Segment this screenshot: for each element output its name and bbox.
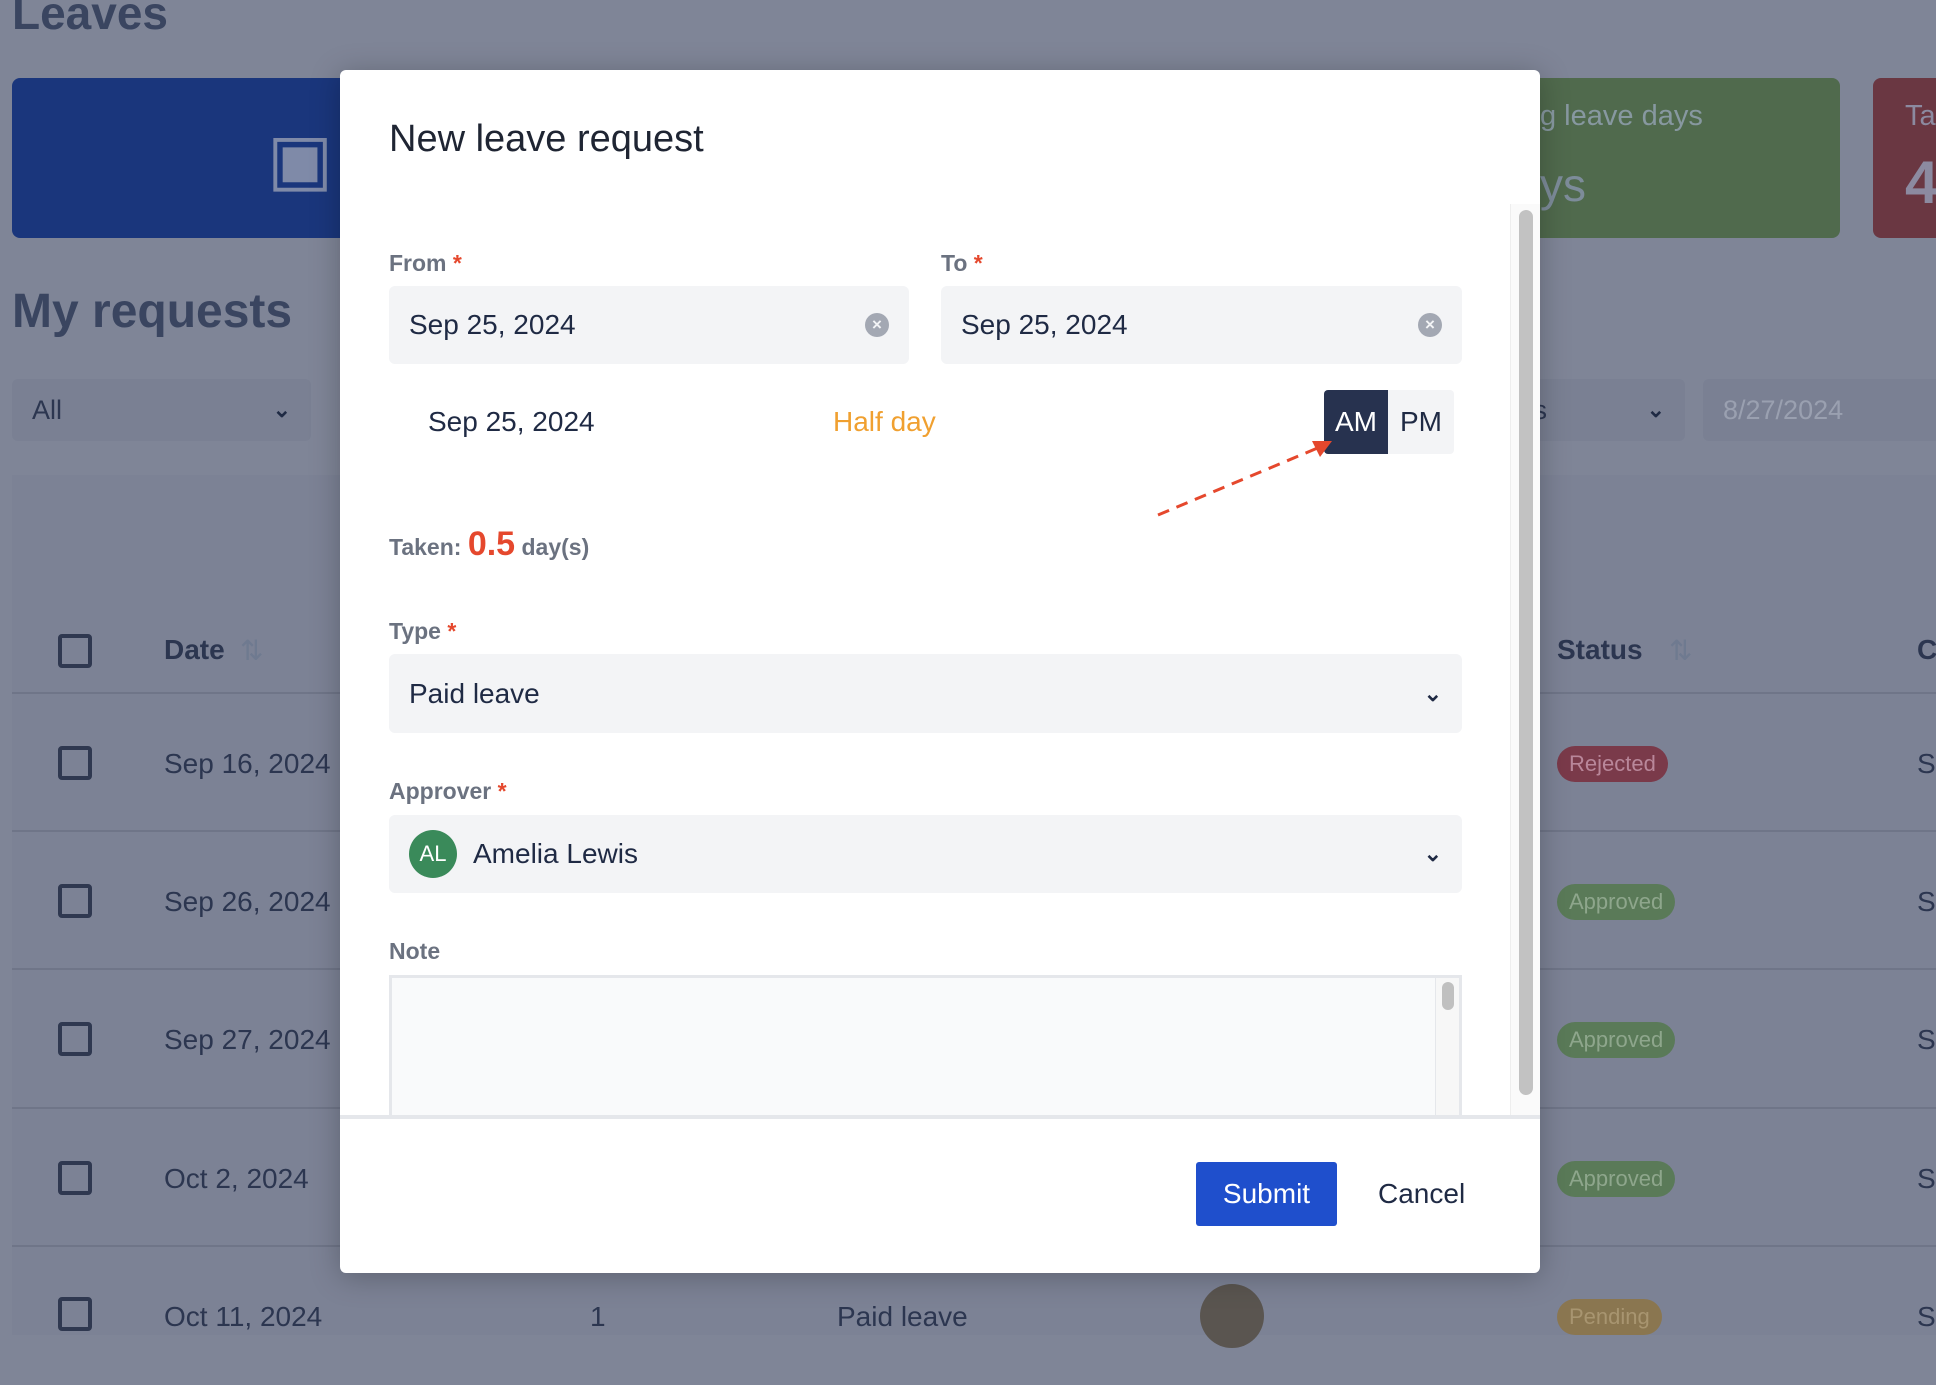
chevron-down-icon: ⌄ xyxy=(272,397,291,422)
chevron-down-icon: ⌄ xyxy=(1646,397,1665,422)
row-date: Sep 26, 2024 xyxy=(164,886,331,917)
required-mark: * xyxy=(973,250,983,276)
row-checkbox[interactable] xyxy=(58,884,92,918)
dialog-title: New leave request xyxy=(389,118,704,160)
taken-summary: Taken: 0.5 day(s) xyxy=(389,525,589,564)
from-label-text: From xyxy=(389,250,447,276)
row-c: S xyxy=(1917,1024,1936,1055)
status-badge: Approved xyxy=(1557,1022,1676,1058)
to-date-input[interactable]: Sep 25, 2024 × xyxy=(941,286,1462,364)
status-filter[interactable]: All ⌄ xyxy=(12,379,311,441)
required-mark: * xyxy=(497,778,507,804)
status-filter-value: All xyxy=(32,394,63,425)
row-date: Oct 2, 2024 xyxy=(164,1163,309,1194)
chevron-down-icon: ⌄ xyxy=(1423,680,1442,706)
type-select[interactable]: Paid leave ⌄ xyxy=(389,654,1462,733)
dialog-scrollbar[interactable] xyxy=(1510,204,1540,1115)
row-c: S xyxy=(1917,1163,1936,1194)
pm-button[interactable]: PM xyxy=(1388,390,1454,454)
calendar-plus-icon: ▣ xyxy=(267,120,334,198)
approver-label-text: Approver xyxy=(389,778,492,804)
sort-icon[interactable]: ⇅ xyxy=(240,634,263,667)
note-textarea[interactable] xyxy=(389,975,1462,1115)
approver-label: Approver * xyxy=(389,778,507,805)
card-label: Ta xyxy=(1905,100,1936,132)
card-value: 4 xyxy=(1905,149,1936,216)
status-badge: Approved xyxy=(1557,884,1676,920)
type-label: Type * xyxy=(389,618,456,645)
type-value: Paid leave xyxy=(409,677,540,709)
note-label: Note xyxy=(389,938,441,964)
card-label: g leave days xyxy=(1540,100,1703,132)
row-c: S xyxy=(1917,1301,1936,1332)
sort-icon[interactable]: ⇅ xyxy=(1669,634,1692,667)
required-mark: * xyxy=(447,618,457,644)
page-title: Leaves xyxy=(12,0,169,39)
cancel-button[interactable]: Cancel xyxy=(1378,1178,1465,1210)
row-checkbox[interactable] xyxy=(58,746,92,780)
row-date: Sep 27, 2024 xyxy=(164,1024,331,1055)
from-date-input[interactable]: Sep 25, 2024 × xyxy=(389,286,909,364)
to-date-value: Sep 25, 2024 xyxy=(961,309,1128,340)
new-leave-request-dialog: New leave request From * To * Sep 25, 20… xyxy=(340,70,1540,1273)
row-days: 1 xyxy=(590,1301,606,1332)
date-filter-value: 8/27/2024 xyxy=(1723,394,1844,425)
required-mark: * xyxy=(452,250,462,276)
chevron-down-icon: ⌄ xyxy=(1423,841,1442,866)
footer-divider xyxy=(340,1115,1540,1119)
header-date[interactable]: Date xyxy=(164,634,225,666)
day-date: Sep 25, 2024 xyxy=(428,406,595,437)
taken-value: 0.5 xyxy=(467,525,516,563)
row-c: S xyxy=(1917,748,1936,779)
to-label-text: To xyxy=(941,250,968,276)
status-badge: Pending xyxy=(1557,1299,1662,1335)
to-label: To * xyxy=(941,250,983,277)
from-date-value: Sep 25, 2024 xyxy=(409,309,576,340)
select-all-checkbox[interactable] xyxy=(58,634,92,668)
header-status[interactable]: Status xyxy=(1557,634,1643,666)
row-date: Sep 16, 2024 xyxy=(164,748,331,779)
card-value: ys xyxy=(1540,159,1586,211)
approver-name: Amelia Lewis xyxy=(473,838,638,869)
submit-button[interactable]: Submit xyxy=(1196,1162,1337,1226)
textarea-scrollbar[interactable] xyxy=(1435,978,1459,1115)
status-badge: Rejected xyxy=(1557,746,1668,782)
date-filter[interactable]: 8/27/2024 xyxy=(1703,379,1936,441)
clear-icon[interactable]: × xyxy=(1418,313,1442,337)
row-checkbox[interactable] xyxy=(58,1022,92,1056)
row-checkbox[interactable] xyxy=(58,1161,92,1195)
status-badge: Approved xyxy=(1557,1161,1676,1197)
approver-select[interactable]: AL Amelia Lewis ⌄ xyxy=(389,815,1462,893)
row-c: S xyxy=(1917,886,1936,917)
header-c: C xyxy=(1917,634,1936,665)
from-label: From * xyxy=(389,250,462,277)
annotation-arrow xyxy=(1157,441,1332,517)
row-type: Paid leave xyxy=(837,1301,968,1332)
approver-selected: AL Amelia Lewis xyxy=(409,830,638,878)
approver-avatar xyxy=(1200,1284,1264,1348)
row-date: Oct 11, 2024 xyxy=(164,1301,323,1332)
approver-avatar: AL xyxy=(409,830,457,878)
half-day-label: Half day xyxy=(833,406,936,437)
clear-icon[interactable]: × xyxy=(865,313,889,337)
section-title: My requests xyxy=(12,285,293,338)
remaining-leave-card: g leave days ys xyxy=(1500,78,1840,238)
taken-unit: day(s) xyxy=(521,534,590,560)
taken-label: Taken: xyxy=(389,534,462,560)
row-checkbox[interactable] xyxy=(58,1297,92,1331)
type-label-text: Type xyxy=(389,618,441,644)
taken-card: Ta 4 xyxy=(1873,78,1936,238)
